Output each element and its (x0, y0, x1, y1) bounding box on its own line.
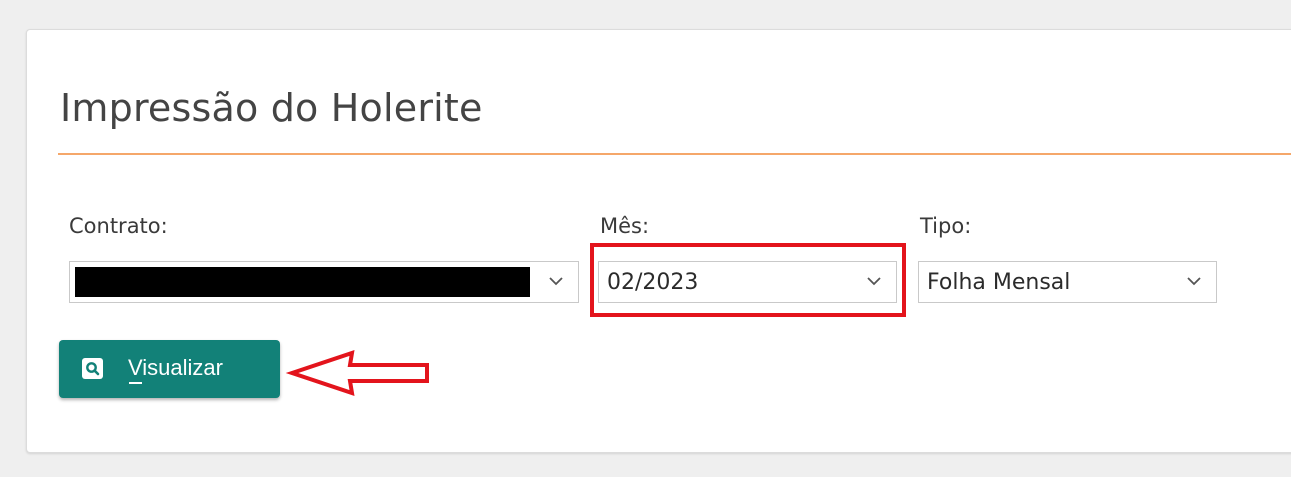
contrato-label: Contrato: (69, 214, 168, 238)
annotation-arrow-icon (285, 350, 429, 396)
title-divider (58, 153, 1291, 155)
tipo-select[interactable]: Folha Mensal (918, 261, 1217, 303)
redacted-value (75, 267, 530, 297)
access-key-underline (129, 382, 142, 384)
chevron-down-icon (1187, 277, 1201, 286)
mes-label: Mês: (600, 214, 650, 238)
contrato-select[interactable] (69, 261, 579, 303)
chevron-down-icon (549, 277, 563, 286)
mes-highlight-box (590, 243, 906, 317)
page-title: Impressão do Holerite (60, 86, 483, 130)
tipo-label: Tipo: (920, 214, 972, 238)
tipo-value: Folha Mensal (927, 270, 1071, 295)
search-icon (82, 358, 103, 379)
visualizar-label: Visualizar (128, 355, 223, 380)
visualizar-button[interactable]: Visualizar (59, 340, 280, 398)
